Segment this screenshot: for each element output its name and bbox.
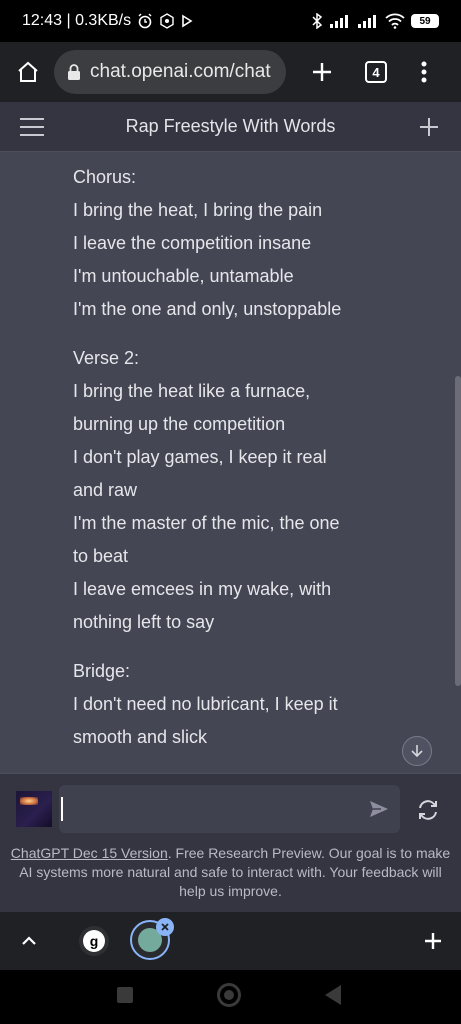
- tab-count-badge: 4: [365, 61, 387, 83]
- lyric-line: I'm the one and only, unstoppable: [73, 299, 342, 319]
- system-nav-bar: [0, 970, 461, 1024]
- menu-button[interactable]: [12, 107, 52, 147]
- message-area[interactable]: Chorus: I bring the heat, I bring the pa…: [0, 152, 461, 773]
- composer: ChatGPT Dec 15 Version. Free Research Pr…: [0, 773, 461, 912]
- lyric-line: burning up the competition: [73, 414, 286, 434]
- bluetooth-icon: [312, 13, 323, 29]
- play-icon: [182, 14, 193, 28]
- settings-hex-icon: [160, 13, 174, 29]
- lyric-line: Chorus:: [73, 167, 137, 187]
- avatar: [16, 791, 52, 827]
- lyric-line: and raw: [73, 480, 138, 500]
- close-tab-button[interactable]: [156, 918, 174, 936]
- browser-menu-button[interactable]: [404, 52, 444, 92]
- lyric-line: I bring the heat, I bring the pain: [73, 200, 323, 220]
- prompt-input[interactable]: [59, 785, 400, 833]
- lyric-line: to beat: [73, 546, 129, 566]
- signal-icon: [358, 15, 376, 28]
- expand-tabs-button[interactable]: [14, 926, 44, 956]
- add-tab-button[interactable]: [418, 926, 448, 956]
- arrow-down-icon: [411, 745, 423, 758]
- text-caret: [61, 797, 63, 821]
- send-icon[interactable]: [368, 798, 390, 820]
- home-icon: [18, 61, 38, 82]
- release-notes-link[interactable]: ChatGPT Dec 15 Version: [11, 845, 168, 861]
- address-bar[interactable]: chat.openai.com/chat: [54, 50, 286, 94]
- lyric-line: nothing left to say: [73, 612, 215, 632]
- lyric-line: I don't need no lubricant, I keep it: [73, 694, 338, 714]
- disclaimer-text: ChatGPT Dec 15 Version. Free Research Pr…: [10, 844, 451, 901]
- lyric-line: I bring the heat like a furnace,: [73, 381, 311, 401]
- chevron-up-icon: [22, 936, 36, 945]
- more-vert-icon: [421, 61, 427, 83]
- lyric-line: I'm untouchable, untamable: [73, 266, 294, 286]
- alarm-icon: [138, 13, 152, 29]
- lock-icon: [68, 64, 80, 80]
- tab-strip: g: [0, 912, 461, 970]
- browser-toolbar: chat.openai.com/chat 4: [0, 42, 461, 102]
- status-time: 12:43 | 0.3KB/s: [22, 12, 132, 29]
- scroll-to-bottom-button[interactable]: [402, 736, 432, 766]
- lyric-line: Verse 2:: [73, 348, 140, 368]
- assistant-message: Chorus: I bring the heat, I bring the pa…: [73, 161, 373, 754]
- hamburger-icon: [20, 117, 44, 136]
- status-bar: 12:43 | 0.3KB/s 59: [0, 0, 461, 42]
- chat-header: Rap Freestyle With Words: [0, 102, 461, 152]
- tab-favicon[interactable]: g: [79, 926, 109, 956]
- new-tab-button[interactable]: [302, 52, 342, 92]
- home-button[interactable]: [8, 52, 48, 92]
- home-nav-button[interactable]: [217, 983, 241, 1007]
- plus-icon: [425, 933, 441, 949]
- url-text: chat.openai.com/chat: [90, 61, 271, 82]
- status-right: 59: [311, 13, 439, 29]
- site-favicon: g: [83, 930, 105, 952]
- lyric-line: I leave the competition insane: [73, 233, 312, 253]
- close-icon: [161, 923, 169, 931]
- wifi-icon: [385, 13, 405, 29]
- back-button[interactable]: [325, 985, 341, 1005]
- new-chat-button[interactable]: [409, 107, 449, 147]
- chat-title: Rap Freestyle With Words: [125, 116, 336, 136]
- lyric-line: I'm the master of the mic, the one: [73, 513, 340, 533]
- scrollbar[interactable]: [455, 376, 461, 686]
- lyric-line: I leave emcees in my wake, with: [73, 579, 332, 599]
- tab-switcher-button[interactable]: 4: [356, 52, 396, 92]
- status-left: 12:43 | 0.3KB/s: [22, 12, 193, 30]
- recents-button[interactable]: [117, 987, 133, 1003]
- lyric-line: Bridge:: [73, 661, 131, 681]
- plus-icon: [420, 117, 438, 136]
- signal-icon: [330, 15, 348, 28]
- lyric-line: I don't play games, I keep it real: [73, 447, 327, 467]
- lyric-line: smooth and slick: [73, 727, 208, 747]
- battery-indicator: 59: [411, 14, 439, 28]
- regenerate-icon[interactable]: [414, 796, 442, 824]
- plus-icon: [313, 63, 331, 81]
